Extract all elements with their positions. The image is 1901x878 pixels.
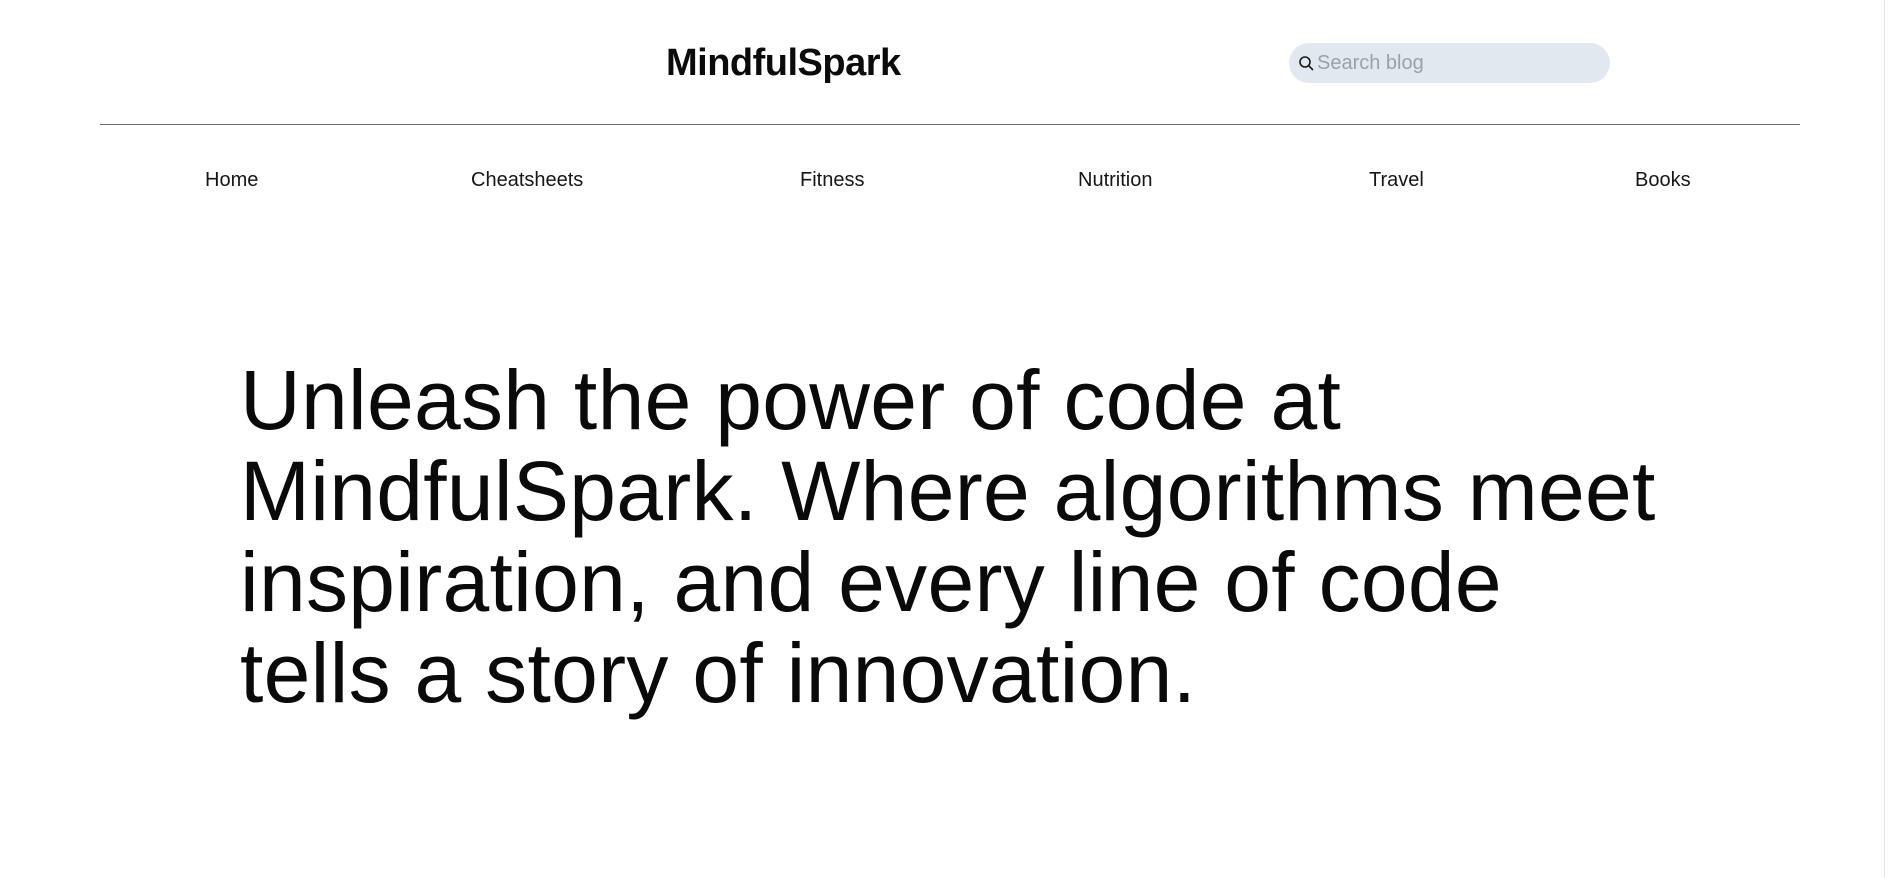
hero-heading: Unleash the power of code at MindfulSpar… [240,353,1656,720]
search-bar[interactable] [1289,43,1610,83]
nav-item-fitness[interactable]: Fitness [800,160,864,200]
nav-item-cheatsheets[interactable]: Cheatsheets [471,160,583,200]
site-header: MindfulSpark [0,0,1884,125]
site-logo[interactable]: MindfulSpark [666,38,901,88]
page: MindfulSpark Home Cheatsheets Fitness Nu… [0,0,1901,878]
nav-item-travel[interactable]: Travel [1369,160,1424,200]
hero-section: Unleash the power of code at MindfulSpar… [240,355,1660,719]
search-input[interactable] [1315,45,1597,81]
search-icon [1297,54,1315,72]
main-nav: Home Cheatsheets Fitness Nutrition Trave… [100,160,1800,200]
nav-item-nutrition[interactable]: Nutrition [1078,160,1152,200]
header-divider [100,124,1800,125]
scrollbar[interactable] [1884,0,1901,878]
nav-item-books[interactable]: Books [1635,160,1691,200]
nav-item-home[interactable]: Home [205,160,258,200]
